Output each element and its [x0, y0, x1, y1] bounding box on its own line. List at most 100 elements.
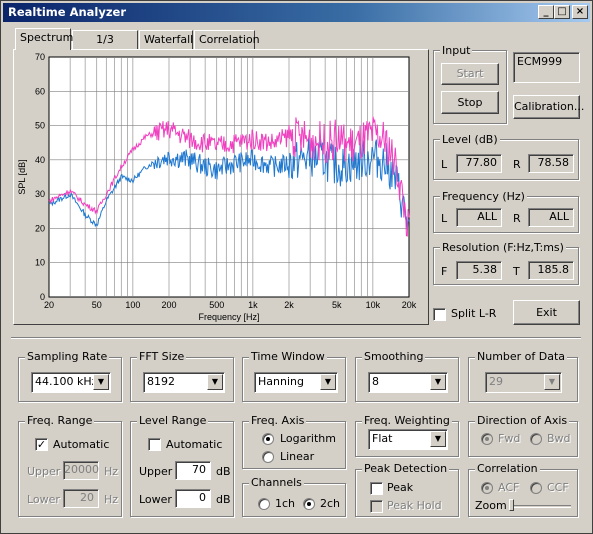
- y-tick-label: 50: [35, 121, 45, 131]
- peak-detection-label: Peak Detection: [362, 462, 450, 475]
- split-lr-checkbox[interactable]: [433, 308, 446, 321]
- x-tick-label: 1k: [248, 300, 258, 310]
- peak-hold-label: Peak Hold: [387, 499, 442, 512]
- stop-label: Stop: [457, 96, 483, 109]
- exit-button[interactable]: Exit: [513, 300, 580, 325]
- chevron-down-icon[interactable]: ▼: [544, 374, 560, 390]
- level-range-automatic-label: Automatic: [166, 438, 223, 451]
- level-range-lower-input[interactable]: 0: [175, 489, 211, 508]
- minimize-button[interactable]: _: [538, 5, 554, 19]
- freq-range-automatic-checkbox[interactable]: ✓: [35, 438, 48, 451]
- x-tick-label: 2k: [284, 300, 294, 310]
- peak-checkbox[interactable]: [370, 482, 383, 495]
- smoothing-value: 8: [372, 375, 379, 388]
- zoom-slider-handle[interactable]: [509, 499, 514, 511]
- sampling-rate-label: Sampling Rate: [25, 350, 110, 363]
- channels-1ch-label: 1ch: [275, 497, 296, 510]
- level-range-automatic-checkbox[interactable]: [148, 438, 161, 451]
- channels-1ch-radio[interactable]: [258, 498, 270, 510]
- freq-range-upper-unit: Hz: [104, 465, 119, 478]
- window-title: Realtime Analyzer: [8, 5, 127, 19]
- time-window-label: Time Window: [249, 350, 327, 363]
- freq-axis-logarithm-radio[interactable]: [262, 433, 274, 445]
- calibration-button[interactable]: Calibration...: [513, 95, 584, 119]
- sampling-rate-value: 44.100 kHz: [35, 375, 98, 388]
- freq-range-lower-input[interactable]: 20: [63, 489, 99, 508]
- freq-range-upper-label: Upper: [27, 465, 61, 478]
- maximize-icon: □: [557, 6, 567, 17]
- level-group-label: Level (dB): [440, 133, 500, 146]
- correlation-acf-radio[interactable]: [481, 482, 493, 494]
- y-tick-label: 20: [35, 223, 45, 233]
- chevron-down-icon[interactable]: ▼: [207, 374, 223, 390]
- level-range-lower-label: Lower: [139, 493, 172, 506]
- main-window: Realtime Analyzer _ □ × Spectrum 1/3 Oct…: [0, 0, 593, 534]
- minimize-icon: _: [543, 6, 549, 17]
- chevron-down-icon[interactable]: ▼: [430, 431, 446, 447]
- direction-fwd-radio[interactable]: [481, 433, 493, 445]
- level-range-upper-unit: dB: [216, 465, 231, 478]
- resolution-group-label: Resolution (F:Hz,T:ms): [440, 241, 566, 254]
- y-tick-label: 30: [35, 189, 45, 199]
- direction-bwd-radio[interactable]: [530, 433, 542, 445]
- peak-hold-checkbox[interactable]: [370, 500, 383, 513]
- freq-axis-logarithm-label: Logarithm: [280, 432, 336, 445]
- divider: [11, 337, 581, 339]
- start-button[interactable]: Start: [441, 63, 499, 85]
- spectrum-chart: 01020304050607020 50 100 200 500 1k 2k 5k 10k 20k…: [15, 51, 427, 323]
- freq-range-lower-unit: Hz: [104, 493, 119, 506]
- x-tick-label: 50: [92, 300, 102, 310]
- close-button[interactable]: ×: [572, 5, 588, 19]
- frequency-l-value: ALL: [456, 208, 502, 227]
- tab-correlation[interactable]: Correlation: [194, 30, 260, 50]
- fft-size-value: 8192: [147, 375, 175, 388]
- direction-bwd-label: Bwd: [547, 432, 571, 445]
- fft-size-label: FFT Size: [137, 350, 187, 363]
- frequency-l-label: L: [441, 212, 448, 225]
- tab-waterfall[interactable]: Waterfall: [139, 30, 193, 50]
- zoom-slider-track[interactable]: [509, 505, 571, 508]
- x-tick-label: 500: [209, 300, 224, 310]
- tab-third-octave[interactable]: 1/3 Octave: [72, 30, 138, 64]
- tab-spectrum[interactable]: Spectrum: [15, 28, 74, 50]
- y-tick-label: 60: [35, 86, 45, 96]
- x-tick-label: 20: [44, 300, 54, 310]
- number-of-data-value: 29: [489, 375, 503, 388]
- peak-label: Peak: [387, 481, 414, 494]
- level-range-upper-input[interactable]: 70: [175, 461, 211, 480]
- freq-axis-linear-radio[interactable]: [262, 451, 274, 463]
- chevron-down-icon[interactable]: ▼: [320, 374, 336, 390]
- correlation-ccf-label: CCF: [547, 481, 569, 494]
- time-window-value: Hanning: [258, 375, 304, 388]
- title-bar[interactable]: Realtime Analyzer: [3, 3, 590, 22]
- freq-axis-label: Freq. Axis: [249, 414, 307, 427]
- x-tick-label: 5k: [332, 300, 342, 310]
- plot-area: [48, 56, 410, 298]
- correlation-acf-label: ACF: [498, 481, 520, 494]
- tab-label: Spectrum: [20, 31, 74, 44]
- chevron-down-icon[interactable]: ▼: [93, 374, 109, 390]
- direction-label: Direction of Axis: [475, 414, 570, 427]
- freq-range-upper-input[interactable]: 20000: [63, 461, 99, 480]
- channels-label: Channels: [249, 476, 304, 489]
- correlation-ccf-radio[interactable]: [530, 482, 542, 494]
- smoothing-label: Smoothing: [362, 350, 426, 363]
- resolution-f-label: F: [441, 265, 448, 278]
- channels-2ch-radio[interactable]: [303, 498, 315, 510]
- y-tick-label: 70: [35, 52, 45, 62]
- chevron-down-icon[interactable]: ▼: [430, 374, 446, 390]
- freq-range-automatic-label: Automatic: [53, 438, 110, 451]
- level-r-value: 78.58: [528, 154, 574, 173]
- x-tick-label: 20k: [402, 300, 417, 310]
- maximize-button[interactable]: □: [554, 5, 570, 19]
- number-of-data-label: Number of Data: [475, 350, 568, 363]
- x-tick-label: 10k: [366, 300, 381, 310]
- stop-button[interactable]: Stop: [441, 91, 499, 114]
- frequency-group-label: Frequency (Hz): [440, 190, 527, 203]
- freq-axis-linear-label: Linear: [280, 450, 315, 463]
- level-range-upper-label: Upper: [139, 465, 173, 478]
- frequency-r-value: ALL: [528, 208, 574, 227]
- freq-range-label: Freq. Range: [25, 414, 95, 427]
- resolution-f-value: 5.38: [456, 261, 502, 280]
- frequency-r-label: R: [513, 212, 521, 225]
